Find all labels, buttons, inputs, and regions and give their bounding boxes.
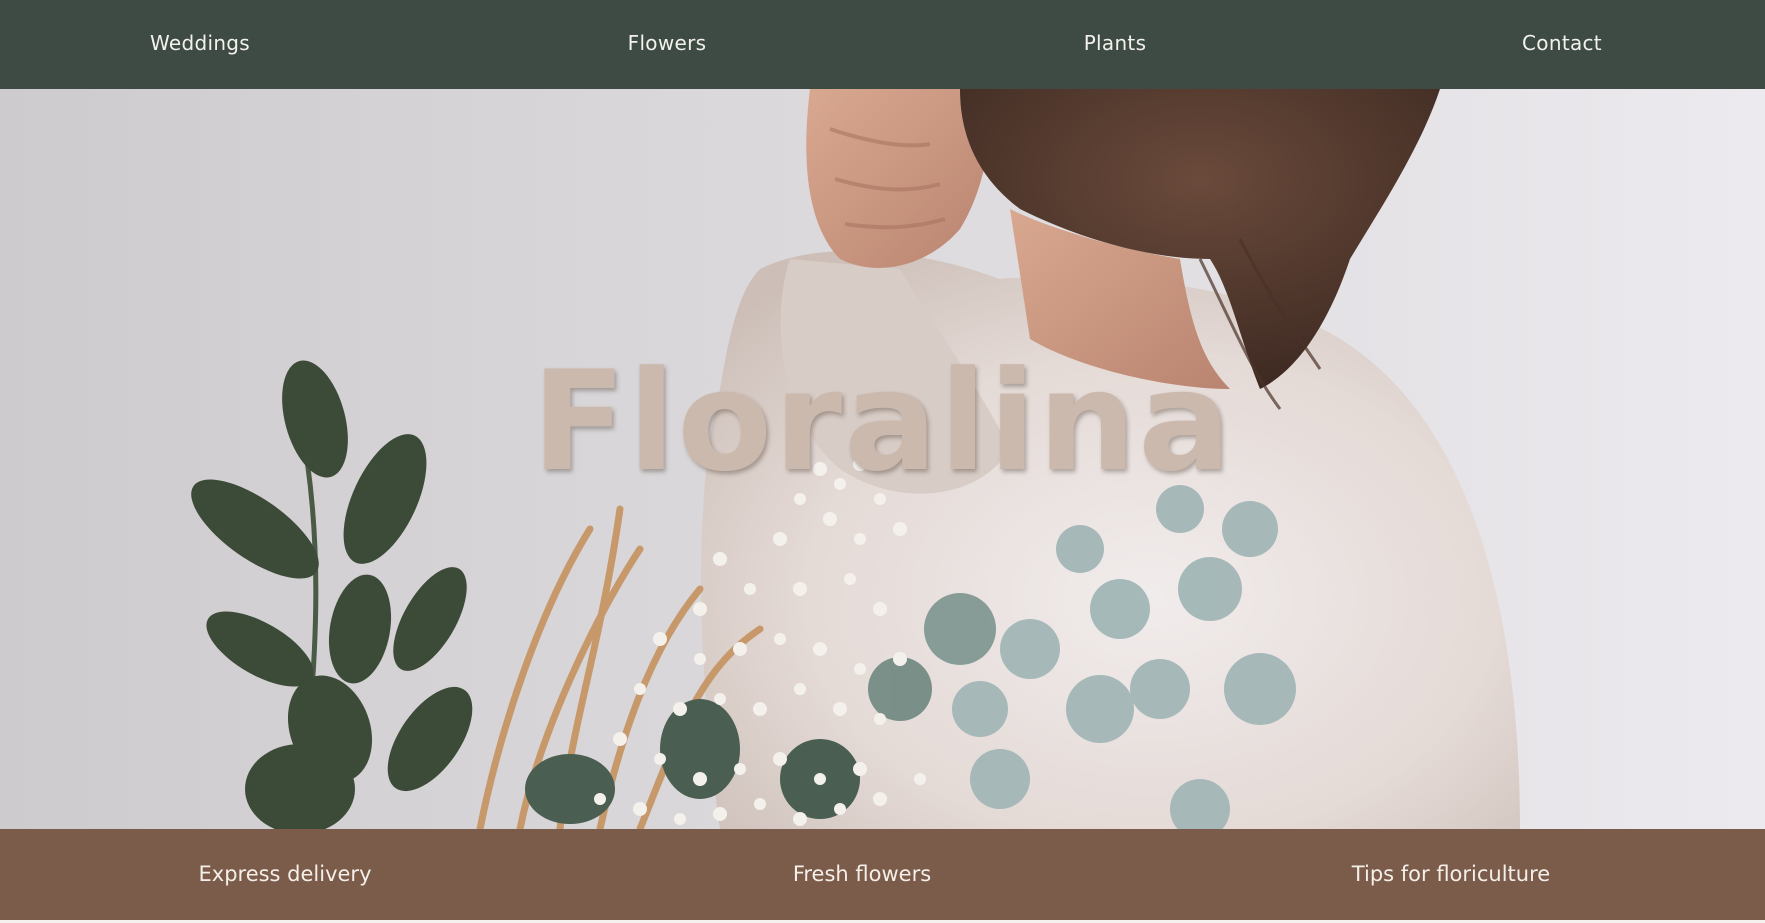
nav-link-flowers[interactable]: Flowers: [628, 0, 707, 89]
nav-link-plants[interactable]: Plants: [1084, 0, 1147, 89]
feature-express-delivery: Express delivery: [198, 862, 372, 886]
top-navigation: Weddings Flowers Plants Contact: [0, 0, 1765, 89]
page: Weddings Flowers Plants Contact Floralin…: [0, 0, 1765, 923]
nav-link-contact[interactable]: Contact: [1522, 0, 1602, 89]
hero-banner: Floralina: [0, 89, 1765, 829]
feature-fresh-flowers: Fresh flowers: [792, 862, 932, 886]
nav-link-weddings[interactable]: Weddings: [150, 0, 250, 89]
feature-bar: Express delivery Fresh flowers Tips for …: [0, 829, 1765, 920]
brand-title: Floralina: [531, 341, 1234, 502]
feature-tips-floriculture: Tips for floriculture: [1351, 862, 1551, 886]
